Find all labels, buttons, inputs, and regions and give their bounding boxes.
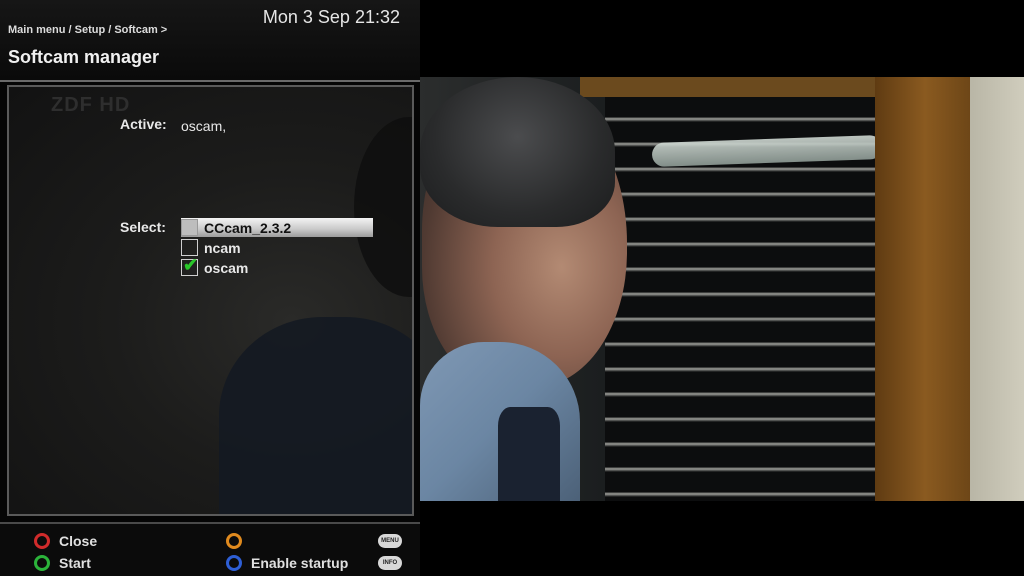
menu-button-icon[interactable]: MENU	[378, 534, 402, 548]
clock: Mon 3 Sep 21:32	[262, 7, 400, 27]
button-bar: Close Start Enable startup MENU INFO	[0, 522, 420, 576]
red-key-label: Close	[59, 533, 98, 549]
green-key-start[interactable]: Start	[34, 555, 91, 571]
checkbox-checked-icon[interactable]: ✔	[181, 255, 198, 276]
yellow-key[interactable]	[226, 533, 251, 549]
select-label: Select:	[120, 219, 166, 235]
softcam-option-label: oscam	[204, 259, 249, 276]
background-silhouette-body	[219, 317, 412, 514]
softcam-option-label: ncam	[204, 239, 241, 256]
channel-logo-watermark: ZDF HD	[51, 94, 131, 116]
red-button-icon	[34, 533, 50, 549]
softcam-option-oscam[interactable]: ✔ oscam	[181, 255, 373, 277]
active-value: oscam,	[181, 118, 227, 134]
video-person-tie	[498, 407, 560, 501]
softcam-option-cccam[interactable]: CCcam_2.3.2	[181, 218, 373, 237]
header-divider	[0, 80, 420, 82]
osd-panel: Mon 3 Sep 21:32 Main menu / Setup / Soft…	[0, 0, 420, 576]
info-button-icon[interactable]: INFO	[378, 556, 402, 570]
page-title: Softcam manager	[8, 47, 160, 67]
checkbox-unchecked-icon[interactable]	[181, 239, 198, 256]
green-button-icon	[34, 555, 50, 571]
breadcrumb: Main menu / Setup / Softcam >	[8, 24, 168, 36]
blue-key-label: Enable startup	[251, 555, 349, 571]
header-bar: Mon 3 Sep 21:32 Main menu / Setup / Soft…	[0, 0, 420, 80]
active-label: Active:	[120, 116, 167, 132]
red-key-close[interactable]: Close	[34, 533, 97, 549]
checkbox-unchecked-icon[interactable]	[181, 219, 198, 236]
video-wall	[970, 77, 1024, 501]
video-person-hair	[420, 77, 615, 227]
live-tv-preview	[420, 77, 1024, 501]
softcam-option-label: CCcam_2.3.2	[204, 219, 292, 236]
content-frame: ZDF HD Active: oscam, Select: CCcam_2.3.…	[7, 85, 414, 516]
yellow-button-icon	[226, 533, 242, 549]
green-key-label: Start	[59, 555, 91, 571]
blue-button-icon	[226, 555, 242, 571]
blue-key-enable-startup[interactable]: Enable startup	[226, 555, 348, 571]
checkmark-icon: ✔	[183, 255, 199, 275]
video-wooden-door	[875, 77, 975, 501]
softcam-option-ncam[interactable]: ncam	[181, 238, 373, 257]
